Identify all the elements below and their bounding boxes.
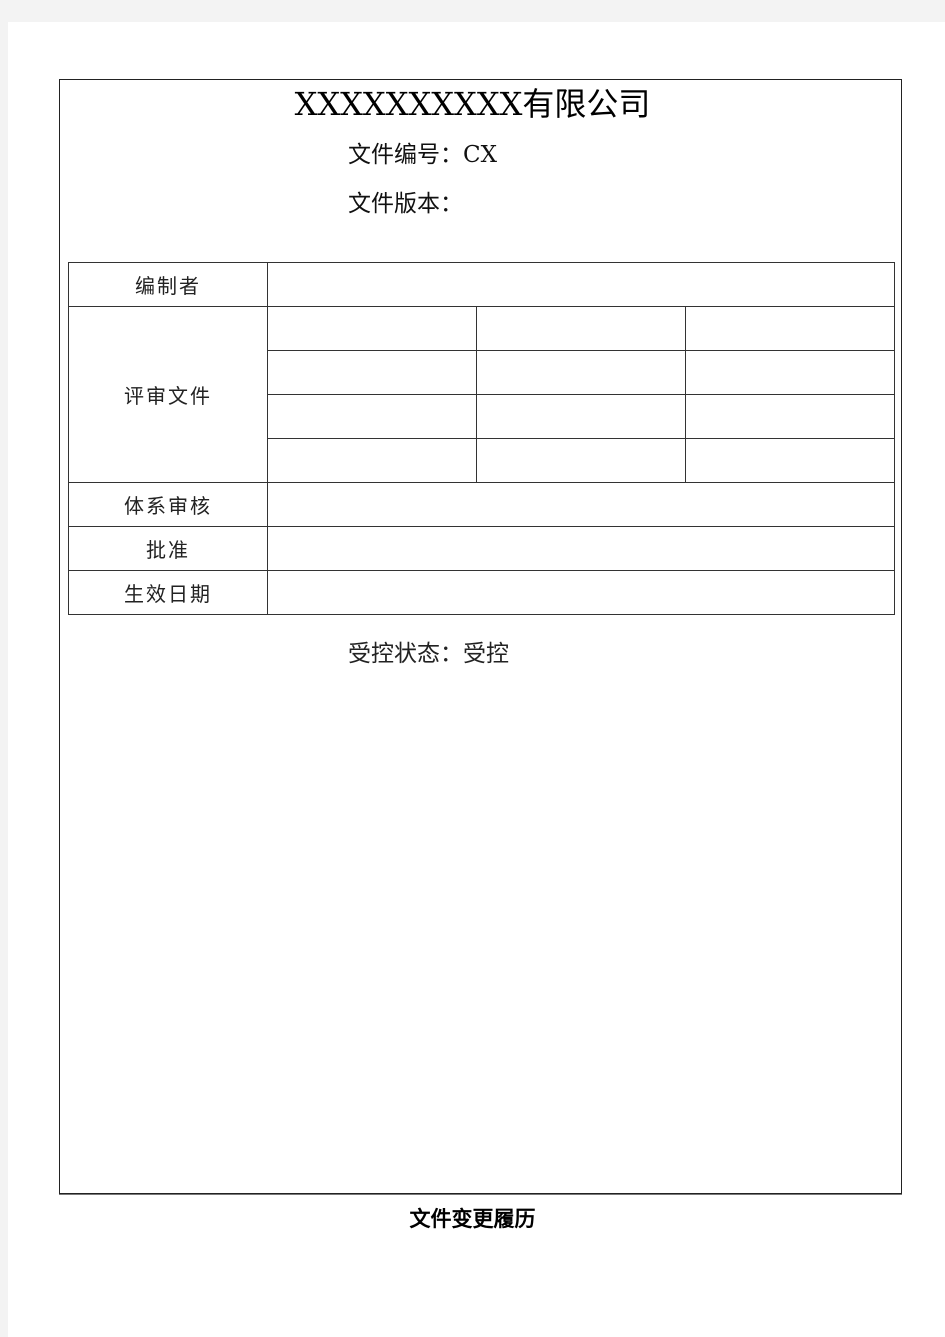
- doc-number-label: 文件编号：: [348, 142, 463, 168]
- doc-number-value: CX: [463, 142, 497, 168]
- change-history-heading: 文件变更履历: [409, 1206, 536, 1231]
- cover-frame: [59, 79, 902, 1194]
- effective-date-field[interactable]: [266, 570, 896, 615]
- table-row-system-audit: 体系审核: [68, 482, 896, 527]
- approval-label: 批准: [68, 526, 268, 571]
- review-cell[interactable]: [684, 350, 896, 395]
- table-row-effective-date: 生效日期: [68, 570, 896, 615]
- control-status: 受控状态：受控: [348, 639, 509, 669]
- author-field[interactable]: [266, 262, 896, 307]
- table-row-review: 评审文件: [68, 306, 896, 483]
- review-cell[interactable]: [267, 438, 477, 483]
- approval-field[interactable]: [266, 526, 896, 571]
- table-row-author: 编制者: [68, 262, 896, 307]
- review-label: 评审文件: [68, 306, 268, 483]
- effective-date-label: 生效日期: [68, 570, 268, 615]
- review-cell[interactable]: [267, 394, 477, 439]
- review-cell[interactable]: [476, 438, 686, 483]
- author-label: 编制者: [68, 262, 268, 307]
- review-cell[interactable]: [267, 350, 477, 395]
- review-cell[interactable]: [476, 350, 686, 395]
- doc-number: 文件编号：CX: [348, 141, 497, 169]
- system-audit-label: 体系审核: [68, 482, 268, 527]
- doc-version-label: 文件版本：: [348, 191, 463, 217]
- review-cell[interactable]: [476, 306, 686, 351]
- company-title: XXXXXXXXXX有限公司: [294, 85, 651, 123]
- review-cell[interactable]: [684, 394, 896, 439]
- review-cell[interactable]: [267, 306, 477, 351]
- table-row-approval: 批准: [68, 526, 896, 571]
- control-status-label: 受控状态：: [348, 641, 463, 667]
- doc-version: 文件版本：: [348, 190, 463, 218]
- system-audit-field[interactable]: [266, 482, 896, 527]
- approval-table: 编制者 评审文件 体系审核 批准 生效日期: [68, 262, 896, 615]
- review-cell[interactable]: [684, 438, 896, 483]
- review-cell[interactable]: [476, 394, 686, 439]
- control-status-value: 受控: [463, 641, 509, 667]
- review-cell[interactable]: [684, 306, 896, 351]
